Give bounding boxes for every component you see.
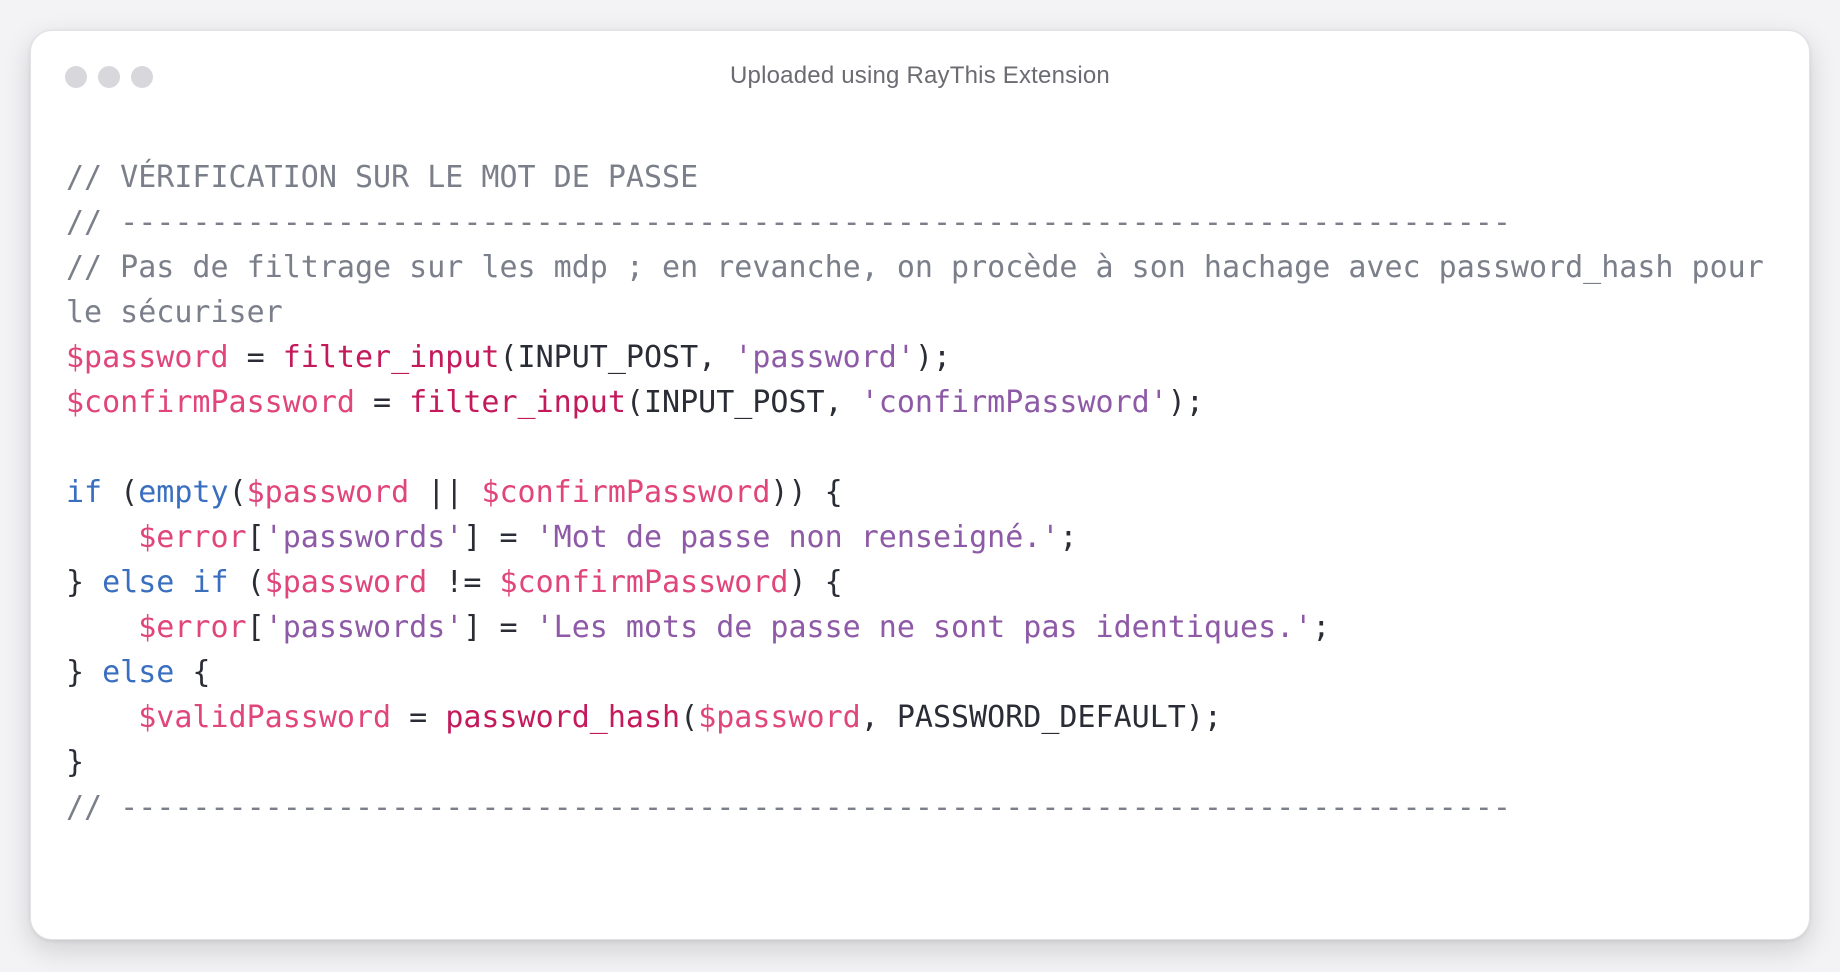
code-token-plain: (	[228, 475, 247, 510]
code-token-plain: (	[228, 565, 265, 600]
code-token-comment: // -------------------------------------…	[66, 790, 1511, 825]
code-token-var: $error	[138, 610, 247, 645]
code-token-func: filter_input	[409, 385, 626, 420]
code-line: $validPassword = password_hash($password…	[66, 695, 1782, 740]
code-token-var: $password	[246, 475, 410, 510]
code-token-plain: (	[680, 700, 699, 735]
code-token-plain: =	[391, 700, 446, 735]
code-token-plain: );	[1167, 385, 1204, 420]
code-line: } else {	[66, 650, 1782, 695]
code-token-plain: ||	[409, 475, 482, 510]
code-window: Uploaded using RayThis Extension // VÉRI…	[30, 30, 1810, 940]
code-token-str: 'passwords'	[264, 610, 464, 645]
code-token-str: 'passwords'	[264, 520, 464, 555]
code-token-str: 'confirmPassword'	[860, 385, 1168, 420]
code-token-var: $confirmPassword	[481, 475, 771, 510]
code-token-plain: ] =	[463, 520, 536, 555]
code-token-plain: =	[228, 340, 283, 375]
code-token-plain: )) {	[770, 475, 843, 510]
code-token-plain: ) {	[788, 565, 843, 600]
code-token-plain: , PASSWORD_DEFAULT);	[860, 700, 1222, 735]
code-line: // VÉRIFICATION SUR LE MOT DE PASSE	[66, 155, 1782, 200]
code-token-plain: }	[66, 655, 103, 690]
code-line: // -------------------------------------…	[66, 200, 1782, 245]
code-line: $error['passwords'] = 'Mot de passe non …	[66, 515, 1782, 560]
code-token-func: filter_input	[282, 340, 500, 375]
code-token-kw: else	[102, 565, 175, 600]
code-token-plain: [	[246, 520, 265, 555]
code-token-var: $confirmPassword	[66, 385, 355, 420]
code-token-plain: );	[914, 340, 952, 375]
code-token-plain: }	[66, 745, 85, 780]
code-line: $password = filter_input(INPUT_POST, 'pa…	[66, 335, 1782, 380]
code-token-kw: if	[66, 475, 103, 510]
code-token-kw: if	[192, 565, 229, 600]
code-token-str: 'Les mots de passe ne sont pas identique…	[535, 610, 1313, 645]
code-token-comment: le sécuriser	[66, 295, 283, 330]
code-token-plain: (INPUT_POST,	[625, 385, 861, 420]
code-token-plain: (INPUT_POST,	[499, 340, 735, 375]
code-line: // Pas de filtrage sur les mdp ; en reva…	[66, 245, 1782, 290]
code-token-plain: ] =	[463, 610, 536, 645]
code-token-plain: (	[102, 475, 139, 510]
code-line: $confirmPassword = filter_input(INPUT_PO…	[66, 380, 1782, 425]
code-line: $error['passwords'] = 'Les mots de passe…	[66, 605, 1782, 650]
code-line: } else if ($password != $confirmPassword…	[66, 560, 1782, 605]
code-token-plain: ;	[1059, 520, 1078, 555]
code-token-comment: // -------------------------------------…	[66, 205, 1511, 240]
window-titlebar: Uploaded using RayThis Extension	[31, 31, 1809, 121]
code-token-var: $error	[138, 520, 247, 555]
code-token-comment: // VÉRIFICATION SUR LE MOT DE PASSE	[66, 160, 699, 195]
code-token-str: 'Mot de passe non renseigné.'	[535, 520, 1060, 555]
code-token-kw: else	[102, 655, 175, 690]
code-token-var: $password	[698, 700, 861, 735]
code-token-var: $password	[66, 340, 229, 375]
code-token-plain: =	[354, 385, 410, 420]
code-token-plain: ;	[1312, 610, 1331, 645]
code-token-var: $confirmPassword	[499, 565, 789, 600]
code-block: // VÉRIFICATION SUR LE MOT DE PASSE // --…	[66, 155, 1782, 830]
code-line: }	[66, 740, 1782, 785]
code-token-plain: }	[66, 565, 103, 600]
code-line: le sécuriser	[66, 290, 1782, 335]
code-token-plain: !=	[427, 565, 500, 600]
code-token-str: 'password'	[734, 340, 915, 375]
code-token-var: $password	[264, 565, 428, 600]
code-token-kw: empty	[138, 475, 229, 510]
code-token-plain: {	[174, 655, 211, 690]
code-token-var: $validPassword	[138, 700, 392, 735]
window-title: Uploaded using RayThis Extension	[730, 62, 1110, 89]
code-line: if (empty($password || $confirmPassword)…	[66, 470, 1782, 515]
code-token-func: password_hash	[445, 700, 681, 735]
code-token-plain: [	[246, 610, 265, 645]
code-line: // -------------------------------------…	[66, 785, 1782, 830]
code-token-comment: // Pas de filtrage sur les mdp ; en reva…	[66, 250, 1764, 285]
